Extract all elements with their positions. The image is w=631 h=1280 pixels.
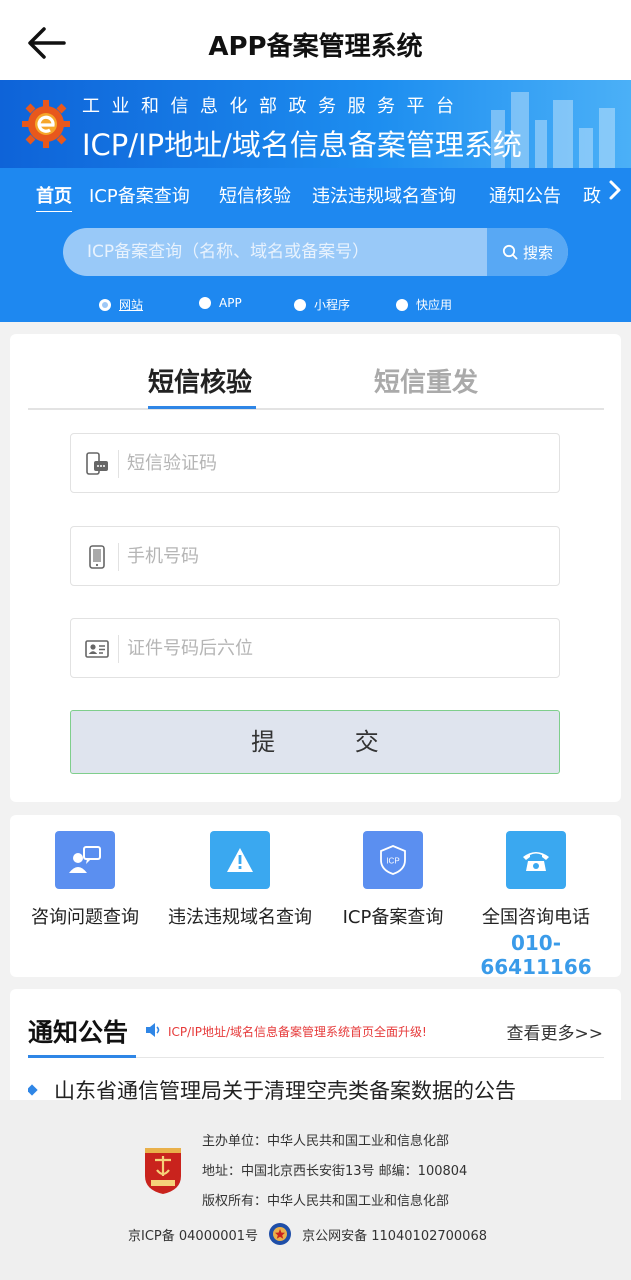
nav-item-notice[interactable]: 通知公告 (489, 182, 561, 208)
speaker-icon (146, 1023, 160, 1037)
quick-link-consult[interactable]: 咨询问题查询 (25, 831, 145, 929)
footer-record-line: 京ICP备 04000001号 京公网安备 11040102700068 (128, 1222, 487, 1246)
quick-link-label: 咨询问题查询 (31, 907, 139, 928)
page-title: APP备案管理系统 (208, 32, 423, 62)
sms-code-field (70, 433, 560, 493)
quick-link-icp-query[interactable]: ICP ICP备案查询 (335, 831, 451, 929)
nav-item-illegal-domain[interactable]: 违法违规域名查询 (312, 182, 456, 208)
radio-dot (99, 298, 111, 311)
phone-input[interactable] (127, 527, 547, 585)
gear-e-logo-icon (22, 100, 70, 148)
icp-shield-icon: ICP (363, 831, 423, 889)
active-tab-indicator (148, 406, 256, 409)
sms-code-input[interactable] (127, 434, 547, 492)
type-radio-miniprogram[interactable]: 小程序 (294, 296, 350, 313)
mobile-phone-icon (89, 545, 105, 569)
radio-label: 小程序 (314, 298, 351, 312)
footer-sponsor: 主办单位：中华人民共和国工业和信息化部 (202, 1134, 450, 1149)
sms-verify-card: 短信核验 短信重发 提 交 (10, 334, 621, 802)
form-tabs: 短信核验 短信重发 (28, 358, 604, 410)
telephone-icon (506, 831, 566, 889)
search-button-label: 搜索 (522, 243, 553, 262)
id-card-icon (85, 640, 109, 658)
quick-link-illegal-domain[interactable]: 违法违规域名查询 (162, 831, 318, 929)
notice-title: 通知公告 (28, 1018, 129, 1047)
type-selector: 网站 APP 小程序 快应用 (0, 296, 631, 316)
nav-item-policy[interactable]: 政 (583, 182, 601, 208)
notice-marquee[interactable]: ICP/IP地址/域名信息备案管理系统首页全面升级! (168, 1023, 427, 1040)
header-banner: 工业和信息化部政务服务平台 ICP/IP地址/域名信息备案管理系统 (0, 80, 631, 168)
field-divider (118, 635, 119, 663)
banner-subtitle: 工业和信息化部政务服务平台 (82, 96, 466, 117)
nav-item-home[interactable]: 首页 (36, 182, 72, 212)
radio-dot (199, 297, 211, 309)
quick-link-label: ICP备案查询 (342, 907, 444, 928)
icp-record-link[interactable]: 京ICP备 04000001号 (128, 1225, 258, 1244)
field-divider (118, 450, 119, 478)
police-emblem-icon (269, 1223, 292, 1245)
id-number-input[interactable] (127, 619, 547, 677)
bullet-icon (28, 1084, 38, 1096)
phone-field (70, 526, 560, 586)
sms-phone-icon (86, 452, 108, 475)
radio-label: APP (219, 296, 242, 310)
radio-dot (294, 298, 306, 311)
nav-bar: 首页 ICP备案查询 短信核验 违法违规域名查询 通知公告 政 (0, 182, 631, 212)
submit-button[interactable]: 提 交 (70, 710, 560, 774)
svg-text:ICP: ICP (386, 857, 399, 866)
main-nav: 首页 ICP备案查询 短信核验 违法违规域名查询 通知公告 政 搜索 网站 AP… (0, 168, 631, 322)
police-record-link[interactable]: 京公网安备 11040102700068 (302, 1225, 487, 1244)
nav-item-sms-verify[interactable]: 短信核验 (219, 182, 291, 208)
consult-chat-icon (55, 831, 115, 889)
app-bar: APP备案管理系统 (0, 0, 631, 80)
search-icon (502, 244, 518, 260)
tab-sms-resend[interactable]: 短信重发 (374, 362, 478, 399)
type-radio-website[interactable]: 网站 (99, 296, 143, 313)
quick-link-hotline[interactable]: 全国咨询电话 010-66411166 (466, 831, 606, 979)
notice-title-underline (28, 1055, 136, 1058)
type-radio-quickapp[interactable]: 快应用 (396, 296, 452, 313)
field-divider (118, 543, 119, 571)
search-button[interactable]: 搜索 (487, 228, 568, 276)
quick-link-label: 违法违规域名查询 (168, 907, 312, 928)
quick-links-card: 咨询问题查询 违法违规域名查询 ICP ICP备案查询 全国咨询电话 010-6… (10, 815, 621, 979)
radio-label: 快应用 (416, 298, 453, 312)
id-number-field (70, 618, 560, 678)
chevron-right-icon[interactable] (607, 178, 623, 202)
footer-copyright: 版权所有：中华人民共和国工业和信息化部 (202, 1194, 450, 1209)
hotline-number[interactable]: 010-66411166 (466, 931, 606, 979)
tab-sms-verify[interactable]: 短信核验 (148, 362, 252, 399)
quick-link-label: 全国咨询电话 (482, 907, 590, 928)
footer: 主办单位：中华人民共和国工业和信息化部 地址：中国北京西长安街13号 邮编：10… (0, 1100, 631, 1280)
radio-label: 网站 (119, 298, 144, 312)
party-gov-badge-icon[interactable] (141, 1144, 185, 1196)
view-more-link[interactable]: 查看更多>> (507, 1019, 604, 1044)
nav-item-icp-query[interactable]: ICP备案查询 (89, 182, 190, 208)
warning-icon (210, 831, 270, 889)
search-input[interactable] (63, 228, 487, 276)
banner-title: ICP/IP地址/域名信息备案管理系统 (82, 128, 522, 162)
footer-address: 地址：中国北京西长安街13号 邮编：100804 (202, 1164, 468, 1179)
radio-dot (396, 298, 408, 311)
type-radio-app[interactable]: APP (199, 296, 242, 310)
search-box: 搜索 (63, 228, 568, 276)
